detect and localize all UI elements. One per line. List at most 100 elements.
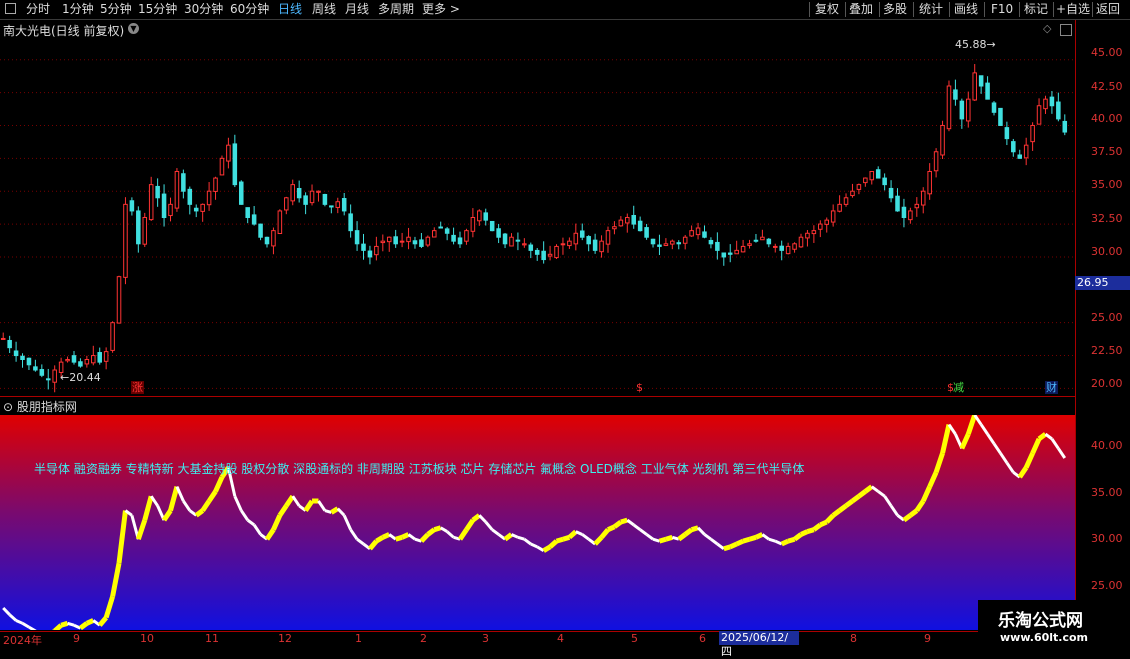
indicator-segment xyxy=(742,536,751,544)
candle xyxy=(200,203,205,212)
candle xyxy=(277,210,283,235)
indicator-segment xyxy=(723,544,731,552)
candle xyxy=(612,226,617,230)
time-tick: 8 xyxy=(850,632,857,645)
stats-button[interactable]: 统计 xyxy=(919,0,943,19)
price-tick: 35.00 xyxy=(1091,178,1123,191)
high-price-annotation: 45.88→ xyxy=(955,38,996,51)
overlay-button[interactable]: 叠加 xyxy=(849,0,873,19)
mark-button[interactable]: 标记 xyxy=(1024,0,1048,19)
indicator-segment xyxy=(419,532,430,543)
add-watchlist-button[interactable]: +自选 xyxy=(1056,0,1090,19)
indicator-segment xyxy=(754,532,764,540)
window-toggle-icon[interactable] xyxy=(1060,24,1072,36)
period-tab-monthly[interactable]: 月线 xyxy=(345,0,369,19)
candlestick-chart[interactable] xyxy=(0,40,1075,395)
candle xyxy=(335,201,341,208)
period-tab-15min[interactable]: 15分钟 xyxy=(138,0,177,19)
indicator-segment xyxy=(1037,432,1047,441)
indicator-segment xyxy=(696,526,706,536)
indicator-segment xyxy=(1057,447,1067,459)
indicator-segment xyxy=(562,534,571,542)
candle xyxy=(309,190,315,204)
candle xyxy=(1004,127,1010,140)
period-tab-60min[interactable]: 60分钟 xyxy=(230,0,269,19)
chevron-down-icon[interactable]: ▼ xyxy=(128,23,139,34)
candle xyxy=(26,357,32,366)
candle xyxy=(341,198,347,212)
period-tab-30min[interactable]: 30分钟 xyxy=(184,0,223,19)
candle xyxy=(869,170,875,181)
candle xyxy=(528,244,534,251)
watermark-title: 乐淘公式网 xyxy=(998,611,1083,631)
indicator-segment xyxy=(658,536,667,544)
candle xyxy=(760,236,765,241)
candle xyxy=(586,236,591,245)
indicator-chart[interactable] xyxy=(0,415,1075,630)
menu-toggle-icon[interactable] xyxy=(5,3,16,14)
draw-line-button[interactable]: 画线 xyxy=(954,0,978,19)
candle xyxy=(348,213,353,232)
event-marker[interactable]: $ xyxy=(633,381,646,394)
candle xyxy=(245,207,250,219)
indicator-segment xyxy=(530,542,538,549)
candle xyxy=(20,355,25,361)
candle xyxy=(13,350,19,357)
multi-stock-button[interactable]: 多股 xyxy=(883,0,907,19)
indicator-segment xyxy=(433,525,442,533)
diamond-icon[interactable]: ◇ xyxy=(1043,22,1051,35)
period-toolbar: 分时 1分钟 5分钟 15分钟 30分钟 60分钟 日线 周线 月线 多周期 更… xyxy=(0,0,1130,20)
indicator-segment xyxy=(857,489,867,499)
candle xyxy=(52,369,57,383)
price-tick: 30.00 xyxy=(1091,245,1123,258)
indicator-segment xyxy=(838,503,848,513)
event-marker[interactable]: 财 xyxy=(1045,381,1058,394)
candle xyxy=(534,249,540,255)
indicator-segment xyxy=(542,544,552,553)
indicator-segment xyxy=(986,433,996,445)
back-button[interactable]: 返回 xyxy=(1096,0,1120,19)
candle xyxy=(502,233,508,245)
candle xyxy=(914,203,920,209)
indicator-segment xyxy=(21,622,30,629)
indicator-segment xyxy=(1005,461,1015,474)
indicator-segment xyxy=(439,526,448,533)
indicator-segment xyxy=(632,523,642,531)
period-tab-intraday[interactable]: 分时 xyxy=(26,0,50,19)
candle xyxy=(644,227,649,238)
candle xyxy=(798,236,804,248)
period-tab-weekly[interactable]: 周线 xyxy=(312,0,336,19)
indicator-segment xyxy=(735,538,745,547)
candle xyxy=(946,85,952,130)
indicator-segment xyxy=(581,533,590,541)
candle xyxy=(637,220,643,232)
period-tab-more[interactable]: 更多 > xyxy=(422,0,460,19)
adjust-button[interactable]: 复权 xyxy=(815,0,839,19)
period-tab-multi[interactable]: 多周期 xyxy=(378,0,414,19)
indicator-segment xyxy=(317,500,327,512)
indicator-segment xyxy=(920,485,932,503)
candle xyxy=(625,217,630,224)
candle xyxy=(1062,120,1068,133)
indicator-segment xyxy=(471,513,481,523)
event-marker[interactable]: 减 xyxy=(952,381,965,394)
candle xyxy=(567,240,572,247)
period-tab-daily[interactable]: 日线 xyxy=(278,0,302,19)
f10-button[interactable]: F10 xyxy=(991,0,1013,19)
indicator-segment xyxy=(863,484,874,494)
period-tab-1min[interactable]: 1分钟 xyxy=(62,0,94,19)
candle xyxy=(1056,101,1061,120)
indicator-segment xyxy=(246,518,256,527)
event-marker[interactable]: 涨 xyxy=(131,381,144,394)
candle xyxy=(522,243,527,246)
candle xyxy=(985,82,990,100)
time-tick: 11 xyxy=(205,632,219,645)
candle xyxy=(161,193,167,218)
time-tick: 5 xyxy=(631,632,638,645)
period-tab-5min[interactable]: 5分钟 xyxy=(100,0,132,19)
candle xyxy=(470,217,476,232)
pane-divider[interactable] xyxy=(0,396,1075,397)
indicator-segment xyxy=(240,509,249,521)
indicator-tick: 35.00 xyxy=(1091,486,1123,499)
candle xyxy=(670,240,675,245)
